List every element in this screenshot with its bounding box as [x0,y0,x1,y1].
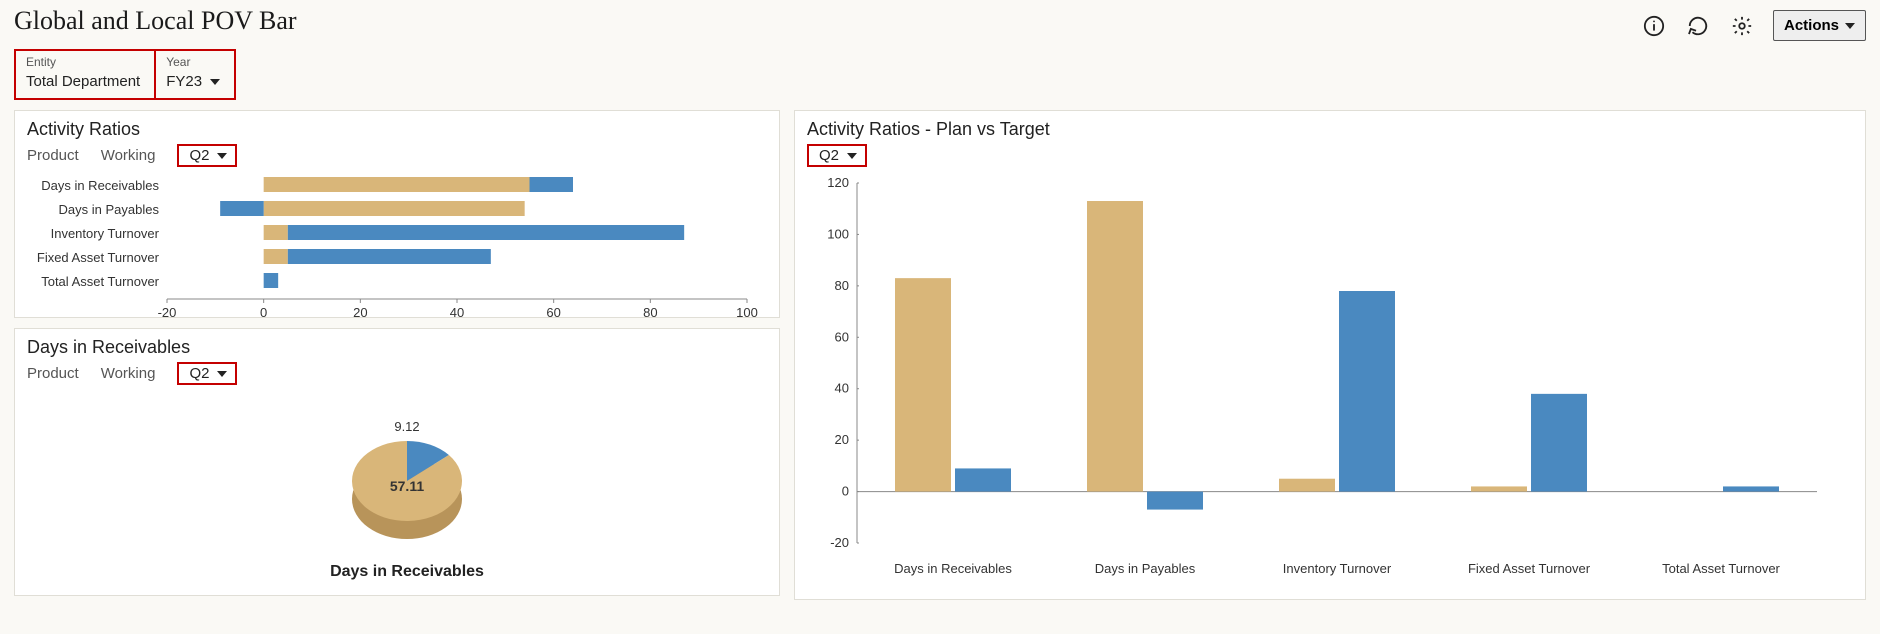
activity-ratios-chart: -20 0 20 40 60 80 100 Days in Receivables Days i… [27,173,767,323]
svg-text:Inventory Turnover: Inventory Turnover [51,226,160,241]
svg-text:80: 80 [835,278,849,293]
svg-text:Fixed Asset Turnover: Fixed Asset Turnover [37,250,160,265]
period-selector[interactable]: Q2 [177,144,237,167]
page-title: Global and Local POV Bar [14,6,297,36]
period-value: Q2 [819,147,839,164]
svg-text:Days in Receivables: Days in Receivables [41,178,159,193]
pov-entity-label: Entity [26,55,140,69]
svg-text:-20: -20 [830,535,849,550]
svg-text:40: 40 [450,305,464,320]
svg-text:0: 0 [842,484,849,499]
chevron-down-icon [210,79,220,85]
svg-text:Inventory Turnover: Inventory Turnover [1283,561,1392,576]
svg-text:20: 20 [353,305,367,320]
pov-year-label: Year [166,55,220,69]
chevron-down-icon [217,371,227,377]
svg-text:100: 100 [736,305,758,320]
global-pov-bar: Entity Total Department Year FY23 [14,49,236,100]
svg-text:100: 100 [827,226,849,241]
svg-text:0: 0 [260,305,267,320]
svg-text:-20: -20 [158,305,177,320]
gear-icon[interactable] [1729,13,1755,39]
period-value: Q2 [189,147,209,164]
local-pov-working[interactable]: Working [101,365,156,382]
period-selector[interactable]: Q2 [177,362,237,385]
plan-vs-target-chart: -20 0 20 40 60 80 100 120 Days in Receivables Day… [807,173,1847,593]
svg-text:80: 80 [643,305,657,320]
pov-year[interactable]: Year FY23 [156,51,234,98]
chevron-down-icon [847,153,857,159]
panel-title: Activity Ratios [27,119,767,140]
svg-text:Total Asset Turnover: Total Asset Turnover [1662,561,1780,576]
local-pov-product[interactable]: Product [27,365,79,382]
pov-entity-value: Total Department [26,69,140,90]
panel-title: Days in Receivables [27,337,767,358]
svg-text:Days in Payables: Days in Payables [1095,561,1196,576]
local-pov-bar: Q2 [807,144,1853,167]
local-pov-product[interactable]: Product [27,147,79,164]
pov-year-value: FY23 [166,73,202,90]
panel-plan-vs-target: Activity Ratios - Plan vs Target Q2 -20 0… [794,110,1866,600]
refresh-icon[interactable] [1685,13,1711,39]
pov-entity[interactable]: Entity Total Department [16,51,156,98]
svg-text:Days in Payables: Days in Payables [59,202,160,217]
svg-text:9.12: 9.12 [394,419,419,434]
panel-days-receivables: Days in Receivables Product Working Q2 9… [14,328,780,596]
svg-text:60: 60 [546,305,560,320]
svg-text:Days in Receivables: Days in Receivables [330,563,484,580]
svg-text:Days in Receivables: Days in Receivables [894,561,1012,576]
local-pov-bar: Product Working Q2 [27,362,767,385]
actions-label: Actions [1784,17,1839,34]
info-icon[interactable] [1641,13,1667,39]
chevron-down-icon [1845,23,1855,29]
chevron-down-icon [217,153,227,159]
period-value: Q2 [189,365,209,382]
svg-text:20: 20 [835,432,849,447]
actions-button[interactable]: Actions [1773,10,1866,41]
panel-title: Activity Ratios - Plan vs Target [807,119,1853,140]
local-pov-working[interactable]: Working [101,147,156,164]
header-icons: Actions [1641,6,1866,41]
svg-text:57.11: 57.11 [390,478,424,494]
panel-activity-ratios: Activity Ratios Product Working Q2 -20 0 2… [14,110,780,318]
local-pov-bar: Product Working Q2 [27,144,767,167]
svg-text:Total Asset Turnover: Total Asset Turnover [41,274,159,289]
period-selector[interactable]: Q2 [807,144,867,167]
days-receivables-chart: 9.12 57.11 Days in Receivables [27,391,767,591]
svg-text:60: 60 [835,329,849,344]
svg-text:Fixed Asset Turnover: Fixed Asset Turnover [1468,561,1591,576]
svg-text:40: 40 [835,381,849,396]
svg-text:120: 120 [827,175,849,190]
